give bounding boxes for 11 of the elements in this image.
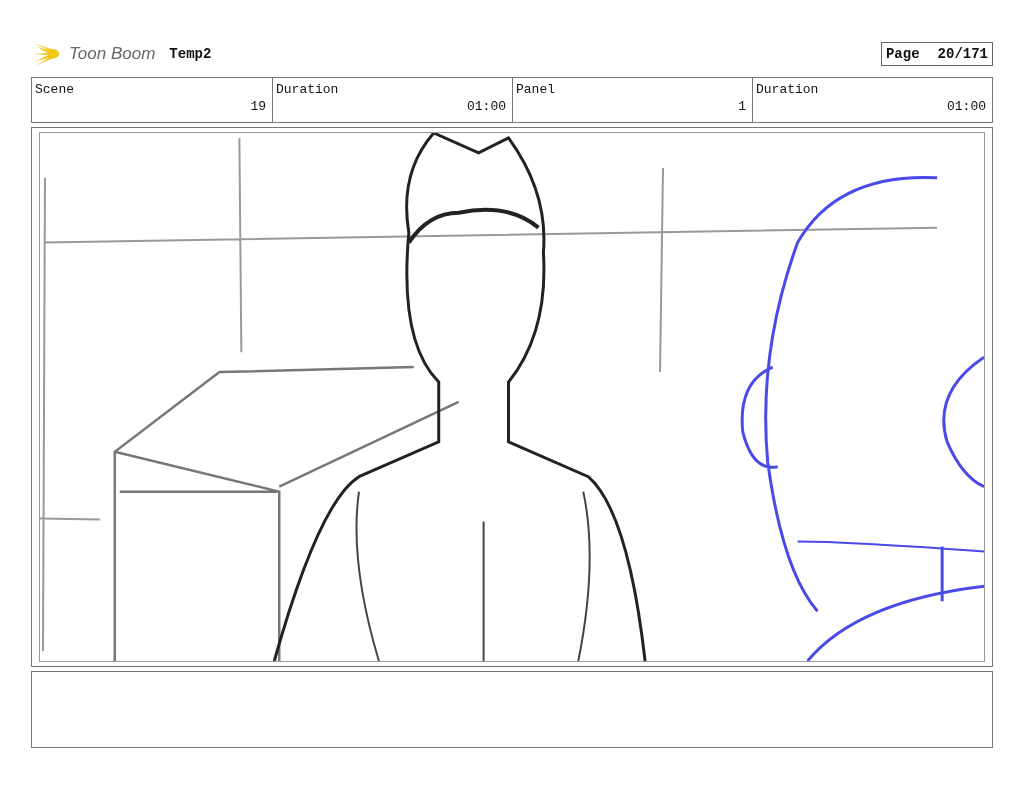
column-header: Duration — [756, 82, 819, 97]
table-cell: 01:00 — [947, 99, 986, 114]
column-header: Duration — [276, 82, 339, 97]
table-cell: 01:00 — [467, 99, 506, 114]
page-counter: Page 20/171 — [880, 42, 993, 66]
logo-text: Toon Boom — [69, 44, 156, 64]
table-cell: 19 — [250, 99, 266, 114]
table-cell: 1 — [738, 99, 746, 114]
column-header: Panel — [516, 82, 555, 97]
column-header: Scene — [35, 82, 74, 97]
project-title: Temp2 — [169, 46, 212, 62]
